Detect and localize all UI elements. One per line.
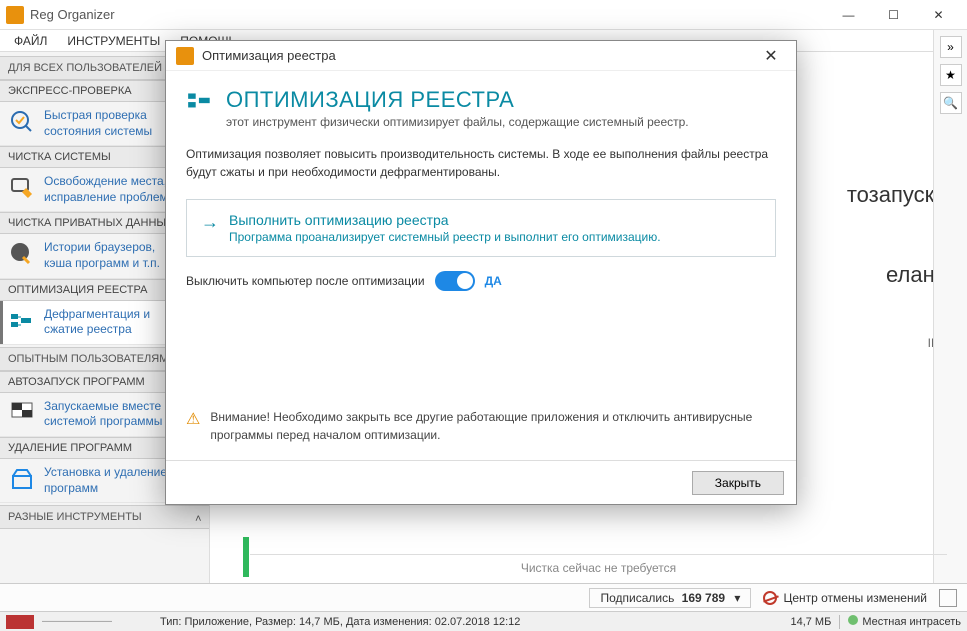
warning-text: Внимание! Необходимо закрыть все другие … bbox=[210, 408, 776, 444]
status-info: Тип: Приложение, Размер: 14,7 МБ, Дата и… bbox=[120, 616, 782, 628]
minimize-button[interactable]: — bbox=[826, 1, 871, 29]
toolstrip-search-icon[interactable]: 🔍 bbox=[940, 92, 962, 114]
dialog-title: Оптимизация реестра bbox=[202, 48, 756, 63]
nav-label: Дефрагментация и сжатие реестра bbox=[44, 307, 150, 338]
nav-label: Истории браузеров, кэша программ и т.п. bbox=[44, 240, 160, 271]
defrag-icon bbox=[8, 307, 36, 335]
titlebar: Reg Organizer — ☐ ✕ bbox=[0, 0, 967, 30]
action-subtitle: Программа проанализирует системный реест… bbox=[229, 230, 661, 244]
bottom-bar: Подписались 169 789 ▾ Центр отмены измен… bbox=[0, 583, 967, 611]
globe-broom-icon bbox=[8, 240, 36, 268]
toolstrip-star-icon[interactable]: ★ bbox=[940, 64, 962, 86]
shutdown-toggle[interactable] bbox=[435, 271, 475, 291]
toolstrip-chevron-icon[interactable]: » bbox=[940, 36, 962, 58]
defrag-icon bbox=[186, 87, 214, 115]
dialog-description: Оптимизация позволяет повысить производи… bbox=[186, 145, 776, 181]
app-icon bbox=[6, 6, 24, 24]
chevron-down-icon: ▾ bbox=[734, 591, 740, 605]
menu-file[interactable]: ФАЙЛ bbox=[6, 32, 55, 50]
close-button[interactable]: ✕ bbox=[916, 1, 961, 29]
green-accent bbox=[243, 537, 249, 577]
dialog-titlebar: Оптимизация реестра ✕ bbox=[166, 41, 796, 71]
status-dim-text: ——————— bbox=[42, 616, 112, 627]
status-zone: Местная интрасеть bbox=[848, 615, 961, 628]
shutdown-toggle-row: Выключить компьютер после оптимизации ДА bbox=[186, 271, 776, 291]
nav-label: Запускаемые вместе с системой программы bbox=[44, 399, 171, 430]
dialog-heading: ОПТИМИЗАЦИЯ РЕЕСТРА bbox=[226, 87, 689, 113]
nav-label: Освобождение места, исправление проблем bbox=[44, 174, 168, 205]
action-title: Выполнить оптимизацию реестра bbox=[229, 212, 661, 228]
subscribers-badge[interactable]: Подписались 169 789 ▾ bbox=[589, 588, 751, 608]
flag-icon bbox=[8, 399, 36, 427]
dialog-subheading: этот инструмент физически оптимизирует ф… bbox=[226, 115, 689, 129]
right-toolstrip: » ★ 🔍 bbox=[933, 30, 967, 590]
undo-icon bbox=[763, 591, 777, 605]
run-optimization-action[interactable]: → Выполнить оптимизацию реестра Программ… bbox=[186, 199, 776, 257]
arrow-right-icon: → bbox=[201, 212, 219, 244]
dialog-app-icon bbox=[176, 47, 194, 65]
dialog-close-button[interactable]: ✕ bbox=[756, 43, 786, 69]
status-bar: ——————— Тип: Приложение, Размер: 14,7 МБ… bbox=[0, 611, 967, 631]
undo-center-button[interactable]: Центр отмены изменений bbox=[763, 591, 927, 605]
box-icon bbox=[8, 465, 36, 493]
checkmark-magnifier-icon bbox=[8, 108, 36, 136]
toggle-label: Выключить компьютер после оптимизации bbox=[186, 274, 425, 288]
nav-label: Быстрая проверка состояния системы bbox=[44, 108, 152, 139]
zone-icon bbox=[848, 615, 858, 625]
warning-row: ⚠ Внимание! Необходимо закрыть все други… bbox=[186, 408, 776, 444]
status-left-badge bbox=[6, 615, 34, 629]
broom-icon bbox=[8, 174, 36, 202]
window-title: Reg Organizer bbox=[30, 7, 826, 22]
toggle-panel-icon[interactable] bbox=[939, 589, 957, 607]
toggle-state: ДА bbox=[485, 274, 502, 288]
bg-text-autorun: тозапуска bbox=[847, 182, 947, 208]
clean-status: Чистка сейчас не требуется bbox=[250, 554, 947, 575]
menu-tools[interactable]: ИНСТРУМЕНТЫ bbox=[59, 32, 168, 50]
optimize-registry-dialog: Оптимизация реестра ✕ ОПТИМИЗАЦИЯ РЕЕСТР… bbox=[165, 40, 797, 505]
chevron-down-icon: ˅ bbox=[195, 511, 201, 523]
nav-label: Установка и удаление программ bbox=[44, 465, 167, 496]
section-misc-tools[interactable]: РАЗНЫЕ ИНСТРУМЕНТЫ ˅ bbox=[0, 505, 209, 529]
maximize-button[interactable]: ☐ bbox=[871, 1, 916, 29]
warning-icon: ⚠ bbox=[186, 408, 200, 444]
status-size: 14,7 МБ bbox=[790, 616, 831, 628]
close-dialog-button[interactable]: Закрыть bbox=[692, 471, 784, 495]
